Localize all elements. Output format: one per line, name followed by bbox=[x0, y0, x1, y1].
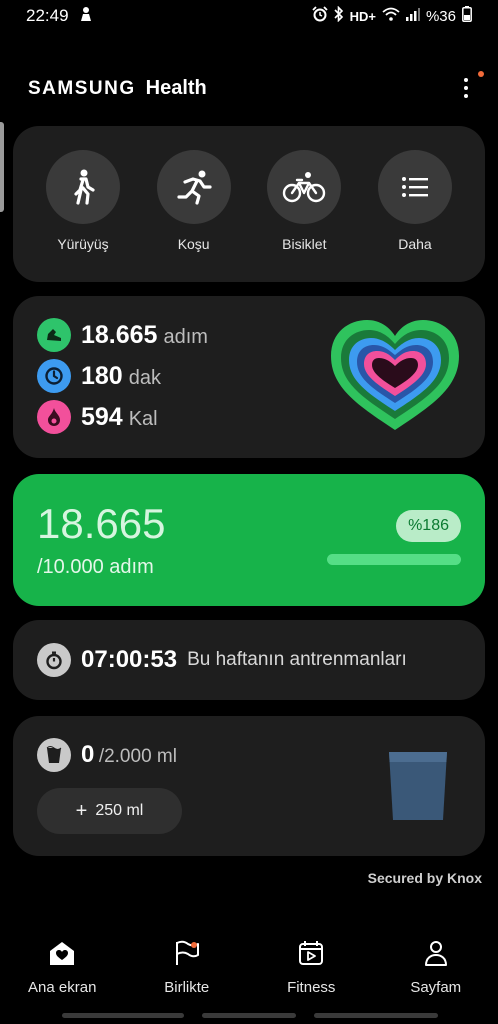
steps-value: 18.665 bbox=[81, 320, 158, 349]
steps-stat: 18.665 adım bbox=[37, 318, 208, 352]
shoe-icon bbox=[37, 318, 71, 352]
water-glass-icon bbox=[387, 750, 449, 827]
activity-shortcuts-card: Yürüyüş Koşu Bisiklet Daha bbox=[13, 126, 485, 282]
home-icon bbox=[48, 940, 76, 971]
walking-icon bbox=[46, 150, 120, 224]
training-time: 07:00:53 bbox=[81, 646, 178, 673]
clock-icon bbox=[37, 359, 71, 393]
training-card[interactable]: 07:00:53 Bu haftanın antrenmanları bbox=[13, 620, 485, 700]
more-options-button[interactable] bbox=[454, 71, 484, 103]
minutes-value: 180 bbox=[81, 361, 123, 390]
cup-icon bbox=[37, 738, 71, 772]
nav-label: Fitness bbox=[287, 979, 336, 996]
battery-icon bbox=[462, 6, 472, 26]
nav-fitness[interactable]: Fitness bbox=[249, 940, 374, 1004]
person-icon bbox=[423, 940, 449, 971]
nav-together[interactable]: Birlikte bbox=[125, 940, 250, 1004]
steps-progress-bar bbox=[327, 554, 461, 565]
more-dot bbox=[464, 78, 468, 82]
status-time: 22:49 bbox=[26, 6, 69, 25]
more-dot bbox=[464, 86, 468, 90]
add-water-label: 250 ml bbox=[95, 802, 144, 819]
bicycle-icon bbox=[267, 150, 342, 224]
activity-more[interactable]: Daha bbox=[365, 150, 465, 252]
water-card[interactable]: 0 /2.000 ml + 250 ml bbox=[13, 716, 485, 856]
activity-walking[interactable]: Yürüyüş bbox=[33, 150, 133, 252]
activity-heart-icon bbox=[329, 318, 461, 436]
brand-logo: SAMSUNG Health bbox=[28, 77, 207, 100]
plus-icon: + bbox=[75, 800, 88, 822]
more-dot bbox=[464, 94, 468, 98]
running-icon bbox=[156, 150, 231, 224]
wifi-icon bbox=[382, 7, 400, 25]
stopwatch-icon bbox=[37, 643, 71, 677]
activity-label: Koşu bbox=[177, 236, 210, 252]
calendar-play-icon bbox=[298, 940, 324, 971]
water-goal: /2.000 ml bbox=[98, 746, 177, 767]
nav-label: Sayfam bbox=[410, 979, 462, 996]
gesture-hints bbox=[0, 1013, 498, 1019]
activity-label: Yürüyüş bbox=[57, 236, 109, 252]
bluetooth-icon bbox=[334, 5, 344, 26]
gesture-hint-left bbox=[62, 1013, 184, 1018]
steps-count: 18.665 bbox=[37, 500, 166, 547]
training-label: Bu haftanın antrenmanları bbox=[187, 649, 407, 670]
battery-label: %36 bbox=[425, 7, 456, 25]
nav-label: Ana ekran bbox=[28, 979, 97, 996]
activity-label: Daha bbox=[398, 236, 432, 252]
calories-unit: Kal bbox=[128, 407, 158, 430]
notification-dot bbox=[478, 71, 484, 77]
edge-panel-handle[interactable] bbox=[0, 122, 4, 212]
status-left: 22:49 bbox=[26, 6, 93, 27]
steps-progress-fill bbox=[327, 554, 461, 565]
person-notification-icon bbox=[79, 6, 93, 27]
alarm-icon bbox=[311, 6, 328, 26]
steps-percent-badge: %186 bbox=[396, 510, 461, 542]
add-water-button[interactable]: + 250 ml bbox=[37, 788, 182, 834]
steps-unit: adım bbox=[163, 325, 208, 348]
calories-stat: 594 Kal bbox=[37, 400, 158, 434]
signal-icon bbox=[405, 7, 420, 25]
list-icon bbox=[377, 150, 452, 224]
app-header: SAMSUNG Health bbox=[28, 70, 484, 106]
gesture-hint-right bbox=[314, 1013, 438, 1018]
status-bar: 22:49 HD+ %36 bbox=[0, 0, 498, 32]
network-label: HD+ bbox=[349, 8, 376, 24]
nav-label: Birlikte bbox=[164, 979, 210, 996]
flame-icon bbox=[37, 400, 71, 434]
nav-home[interactable]: Ana ekran bbox=[0, 940, 125, 1004]
water-value: 0 bbox=[81, 741, 95, 768]
bottom-nav: Ana ekran Birlikte Fitness Sayfam bbox=[0, 940, 498, 1004]
gesture-hint-center bbox=[202, 1013, 296, 1018]
notification-dot bbox=[190, 942, 197, 948]
minutes-stat: 180 dak bbox=[37, 359, 161, 393]
brand-samsung: SAMSUNG bbox=[28, 77, 136, 99]
activity-cycling[interactable]: Bisiklet bbox=[254, 150, 354, 252]
activity-running[interactable]: Koşu bbox=[144, 150, 244, 252]
status-right: HD+ %36 bbox=[311, 5, 472, 26]
nav-my-page[interactable]: Sayfam bbox=[374, 940, 498, 1004]
secured-by-knox: Secured by Knox bbox=[367, 870, 482, 886]
steps-goal: /10.000 adım bbox=[37, 556, 154, 578]
daily-summary-card[interactable]: 18.665 adım 180 dak 594 Kal bbox=[13, 296, 485, 458]
minutes-unit: dak bbox=[128, 366, 161, 389]
steps-card[interactable]: 18.665 /10.000 adım %186 bbox=[13, 474, 485, 606]
water-row: 0 /2.000 ml bbox=[37, 738, 177, 772]
brand-health: Health bbox=[145, 76, 207, 99]
activity-label: Bisiklet bbox=[282, 236, 327, 252]
calories-value: 594 bbox=[81, 402, 123, 431]
